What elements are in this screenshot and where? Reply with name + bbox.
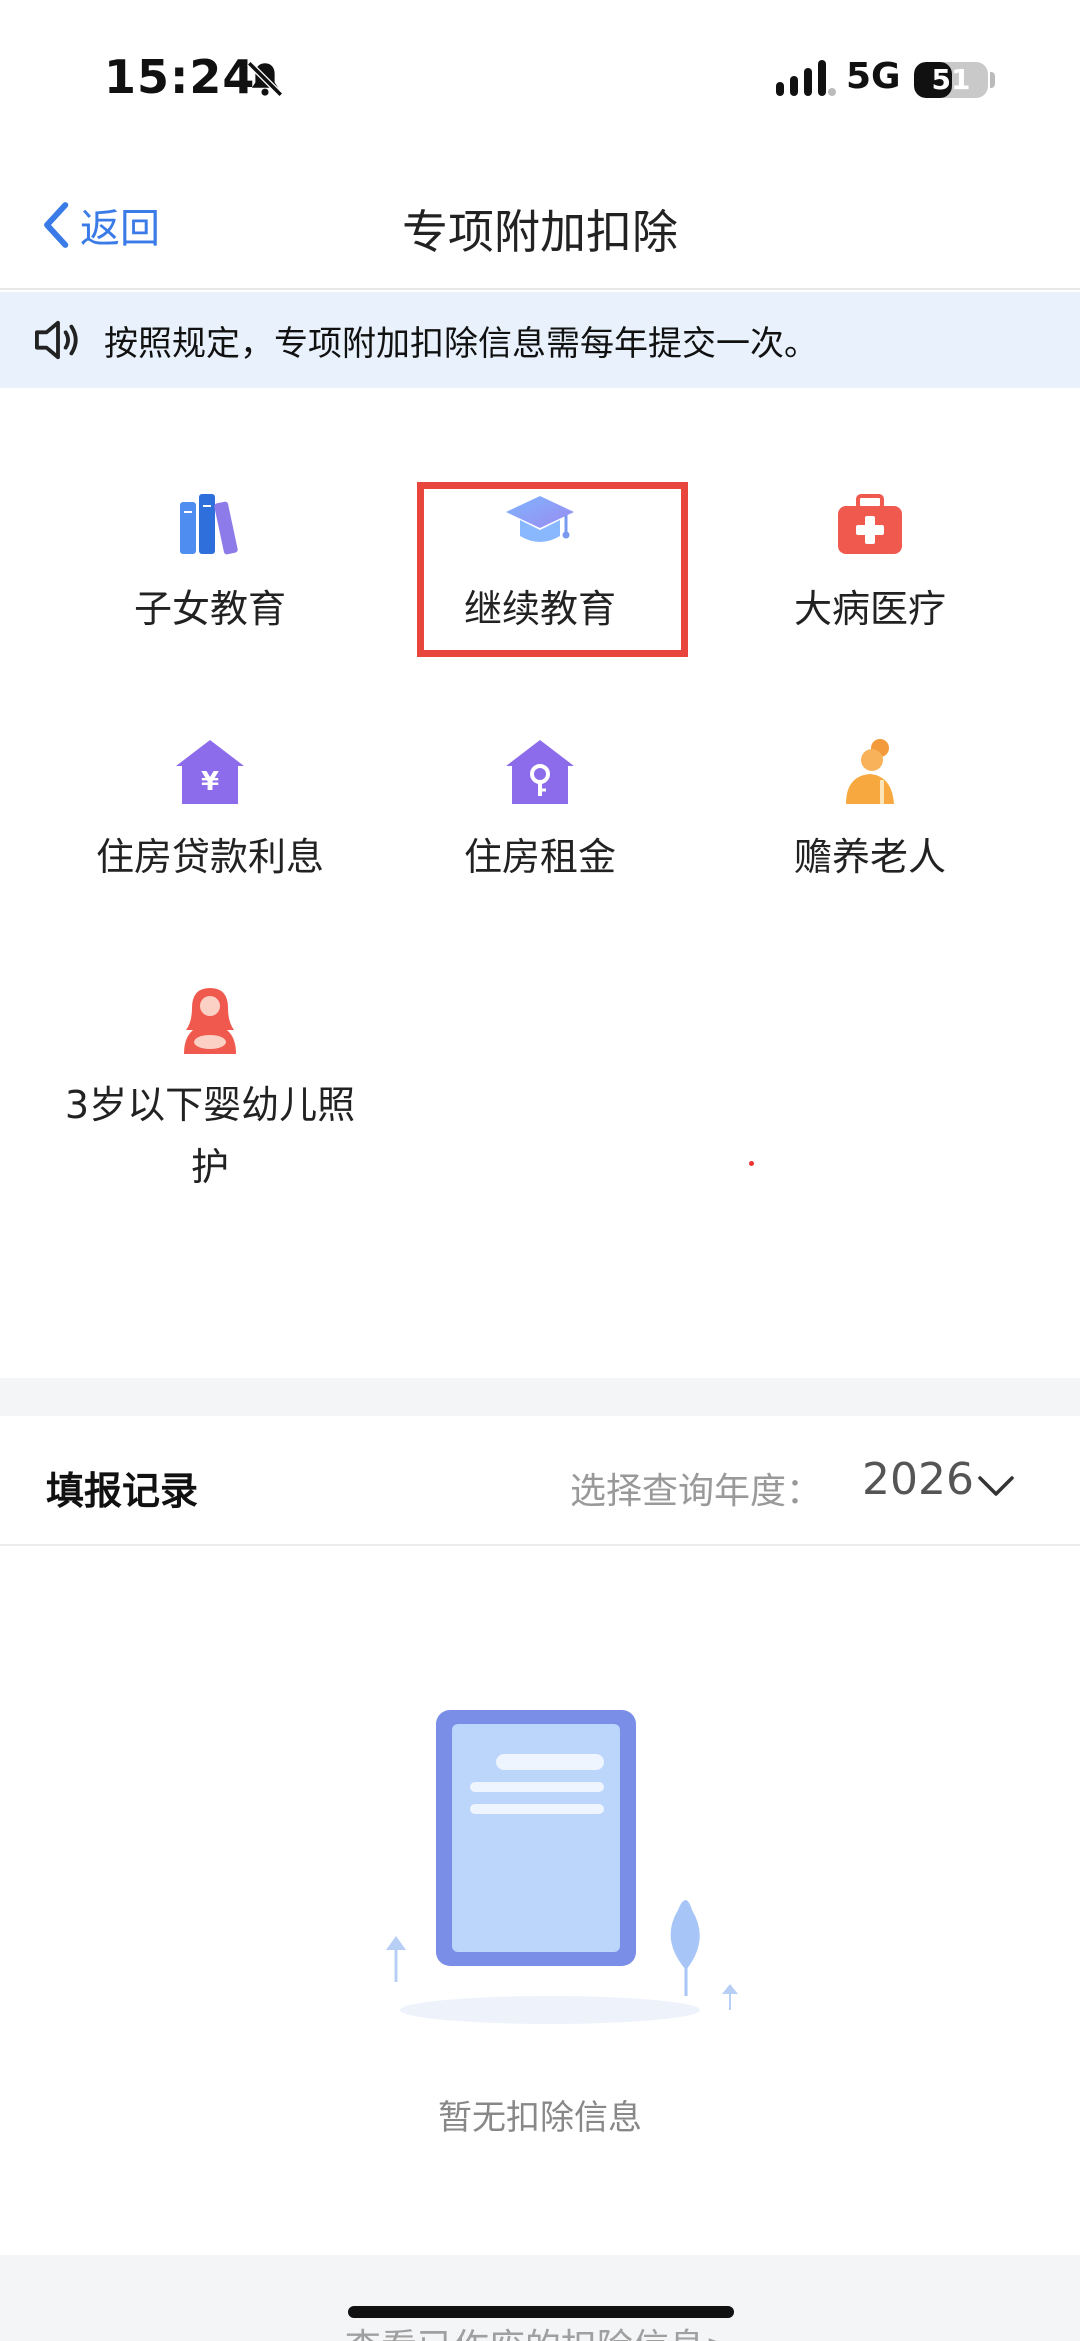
battery-icon: 51	[914, 62, 988, 98]
signal-icon	[776, 60, 836, 96]
deduction-item-serious-illness[interactable]: 大病医疗	[720, 488, 1020, 640]
year-select-value[interactable]: 2026	[862, 1454, 974, 1505]
notice-text: 按照规定，专项附加扣除信息需每年提交一次。	[104, 323, 818, 364]
mother-baby-icon	[184, 988, 236, 1054]
highlight-box	[417, 482, 688, 657]
notice-banner: 按照规定，专项附加扣除信息需每年提交一次。	[0, 292, 1080, 388]
battery-level: 51	[931, 63, 971, 96]
view-deleted-link[interactable]: 查看已作废的扣除信息>	[0, 2318, 1080, 2341]
deduction-label-line1: 3岁以下婴幼儿照	[64, 1083, 356, 1127]
section-divider	[0, 1378, 1080, 1416]
deduction-label: 赡养老人	[793, 835, 946, 879]
year-select-label: 选择查询年度：	[570, 1471, 823, 1512]
status-time: 15:24	[104, 50, 256, 104]
records-header: 填报记录 选择查询年度： 2026	[0, 1416, 1080, 1546]
deduction-item-housing-loan-interest[interactable]: ¥ 住房贷款利息	[60, 736, 360, 888]
deduction-item-housing-rent[interactable]: 住房租金	[390, 736, 690, 888]
bell-off-icon	[247, 61, 283, 97]
deduction-item-children-education[interactable]: 子女教育	[60, 488, 360, 640]
network-type: 5G	[846, 56, 901, 97]
empty-state-text: 暂无扣除信息	[438, 2098, 642, 2138]
red-dot	[749, 1161, 754, 1166]
books-icon	[180, 494, 238, 555]
battery-cap	[990, 72, 995, 88]
home-indicator	[348, 2306, 734, 2318]
records-title: 填报记录	[46, 1469, 199, 1513]
elderly-icon	[846, 739, 894, 804]
deduction-label: 住房贷款利息	[95, 835, 324, 879]
deduction-item-elderly-support[interactable]: 赡养老人	[720, 736, 1020, 888]
deduction-item-infant-care[interactable]: 3岁以下婴幼儿照 护	[50, 984, 370, 1198]
chevron-down-icon[interactable]	[976, 1472, 1016, 1500]
house-yuan-icon: ¥	[176, 740, 244, 804]
svg-text:¥: ¥	[201, 767, 219, 797]
deduction-label: 子女教育	[133, 587, 286, 631]
nav-bar: 返回 专项附加扣除	[0, 160, 1080, 290]
speaker-icon	[35, 320, 78, 360]
deduction-label: 住房租金	[463, 835, 616, 879]
status-bar: 15:24 5G 51	[0, 0, 1080, 160]
page-title: 专项附加扣除	[402, 205, 678, 259]
deduction-label-line2: 护	[190, 1145, 229, 1189]
empty-document-illustration	[386, 1710, 738, 2024]
deduction-label: 3岁以下婴幼儿照 护	[50, 1074, 370, 1198]
house-key-icon	[506, 740, 574, 804]
medical-kit-icon	[838, 494, 902, 554]
deduction-label: 大病医疗	[793, 587, 946, 631]
